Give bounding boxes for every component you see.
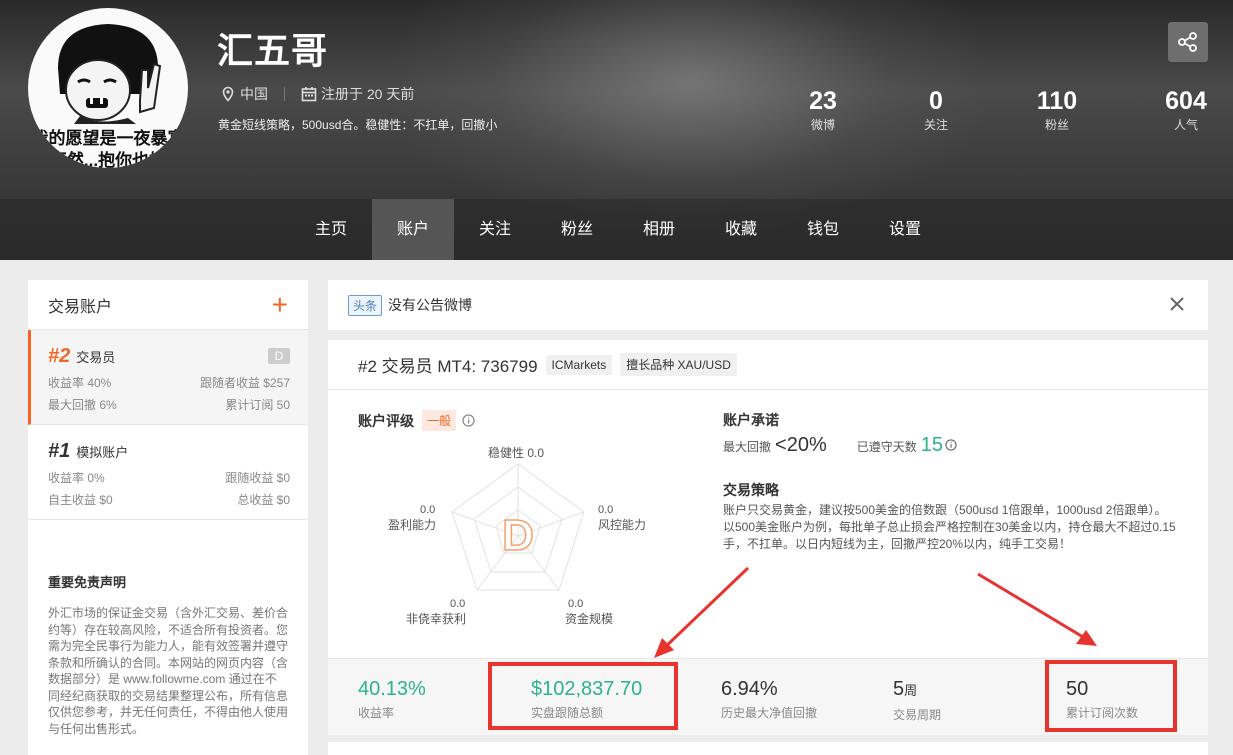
add-account-icon[interactable]: +	[272, 290, 288, 319]
account-max-drawdown: 最大回撤 6%	[48, 398, 117, 412]
disclaimer: 重要免责声明 外汇市场的保证金交易（含外汇交易、差价合约等）存在较高风险，不适合…	[28, 572, 308, 737]
account-return: 收益率 0%	[48, 471, 105, 485]
max-drawdown-label: 最大回撤	[723, 440, 772, 454]
stat-popularity[interactable]: 604 人气	[1146, 86, 1226, 133]
highlight-box	[1045, 660, 1177, 732]
radar-label-risk: 风控能力	[598, 518, 647, 532]
sidebar-header: 交易账户 +	[28, 280, 308, 330]
account-return: 收益率 40%	[48, 376, 112, 390]
promise-row: 最大回撤 <20% 已遵守天数 15	[723, 434, 957, 457]
rating-section: 账户评级 一般	[358, 410, 475, 431]
info-icon[interactable]	[945, 439, 957, 451]
nav-tab-favorites[interactable]: 收藏	[700, 199, 782, 260]
radar-value-risk: 0.0	[598, 504, 614, 516]
stat-following[interactable]: 0 关注	[896, 86, 976, 133]
broker-chip: ICMarkets	[545, 354, 613, 375]
grade-letter: D	[501, 511, 534, 561]
rating-level-badge: 一般	[422, 410, 457, 431]
metric-max-drawdown: 6.94% 历史最大净值回撤	[721, 678, 818, 720]
nav-tab-following[interactable]: 关注	[454, 199, 536, 260]
radar-label-stability: 稳健性 0.0	[488, 446, 545, 460]
nav-tab-album[interactable]: 相册	[618, 199, 700, 260]
radar-label-skill: 非侥幸获利	[406, 612, 467, 626]
account-item[interactable]: #1 模拟账户 收益率 0% 跟随收益 $0 自主收益 $0 总收益 $0	[28, 425, 308, 520]
next-card	[328, 742, 1208, 755]
location-pin-icon	[220, 86, 236, 102]
registered-text: 注册于 20 天前	[321, 86, 415, 102]
sidebar-title: 交易账户	[48, 298, 113, 316]
share-button[interactable]	[1168, 22, 1208, 62]
account-item[interactable]: #2 交易员 D 收益率 40% 跟随者收益 $257 最大回撤 6% 累计订阅…	[28, 330, 308, 425]
account-grade-badge: D	[268, 348, 290, 364]
account-own-profit: 自主收益 $0	[48, 493, 113, 507]
account-rank: #2	[48, 345, 71, 367]
stat-posts[interactable]: 23 微博	[783, 86, 863, 133]
radar-label-capital: 资金规模	[565, 612, 614, 626]
avatar[interactable]: 我的愿望是一夜暴富 不然...抱你也好	[28, 8, 188, 168]
strategy-text: 账户只交易黄金，建议按500美金的倍数跟（500usd 1倍跟单，1000usd…	[723, 503, 1176, 551]
metric-return: 40.13% 收益率	[358, 678, 426, 720]
divider	[284, 87, 285, 101]
specialty-chip: 擅长品种 XAU/USD	[620, 353, 737, 376]
avatar-caption: 不然...抱你也好	[49, 151, 167, 168]
days-value: 15	[920, 434, 943, 456]
disclaimer-body: 外汇市场的保证金交易（含外汇交易、差价合约等）存在较高风险，不适合所有投资者。您…	[48, 606, 289, 736]
account-rank: #1	[48, 440, 71, 462]
max-drawdown-value: <20%	[775, 434, 827, 456]
stat-followers[interactable]: 110 粉丝	[1017, 86, 1097, 133]
profile-header: 我的愿望是一夜暴富 不然...抱你也好 汇五哥 中国 注册于 20 天前 黄金短…	[0, 0, 1233, 260]
headline-tag: 头条	[348, 294, 383, 316]
profile-nav: 主页 账户 关注 粉丝 相册 收藏 钱包 设置	[0, 199, 1233, 260]
radar-value-capital: 0.0	[568, 598, 584, 610]
account-subscriptions: 累计订阅 50	[225, 398, 290, 412]
account-title: #2 交易员 MT4: 736799	[358, 357, 538, 376]
radar-label-profit: 盈利能力	[388, 518, 437, 532]
info-icon[interactable]	[462, 414, 475, 427]
calendar-icon	[301, 86, 317, 102]
disclaimer-title: 重要免责声明	[48, 575, 127, 590]
highlight-box	[488, 662, 678, 730]
nav-tab-wallet[interactable]: 钱包	[782, 199, 864, 260]
promise-title: 账户承诺	[723, 412, 779, 428]
strategy-title: 交易策略	[723, 482, 779, 498]
trading-accounts-sidebar: 交易账户 + #2 交易员 D 收益率 40% 跟随者收益 $257 最大回撤 …	[28, 280, 308, 755]
account-role: 交易员	[76, 350, 116, 365]
nav-tab-home[interactable]: 主页	[290, 199, 372, 260]
location-text: 中国	[240, 86, 268, 102]
metric-trading-period: 5周 交易周期	[893, 678, 942, 722]
announcement-text: 没有公告微博	[388, 297, 473, 313]
nav-tab-account[interactable]: 账户	[372, 199, 454, 260]
account-total-profit: 总收益 $0	[237, 493, 290, 507]
profile-meta: 中国 注册于 20 天前	[220, 84, 414, 104]
account-card-header: #2 交易员 MT4: 736799 ICMarkets 擅长品种 XAU/US…	[328, 340, 1208, 390]
rating-radar-chart: D 稳健性 0.0 0.0 风控能力 0.0 资金规模 0.0 非侥幸获利 0.…	[358, 432, 698, 642]
share-icon	[1178, 32, 1197, 52]
user-bio: 黄金短线策略，500usd合。稳健性：不扛单，回撤小	[218, 118, 498, 132]
rating-label: 账户评级	[358, 412, 414, 429]
user-name: 汇五哥	[217, 30, 329, 71]
announcement-bar: 头条 没有公告微博	[328, 280, 1208, 330]
nav-tab-fans[interactable]: 粉丝	[536, 199, 618, 260]
radar-value-profit: 0.0	[420, 504, 436, 516]
radar-value-skill: 0.0	[450, 598, 466, 610]
account-follower-profit: 跟随者收益 $257	[199, 376, 290, 390]
close-icon[interactable]	[1166, 293, 1188, 315]
account-role: 模拟账户	[76, 445, 129, 460]
days-label: 已遵守天数	[856, 440, 917, 454]
nav-tab-settings[interactable]: 设置	[864, 199, 946, 260]
account-follow-profit: 跟随收益 $0	[225, 471, 290, 485]
